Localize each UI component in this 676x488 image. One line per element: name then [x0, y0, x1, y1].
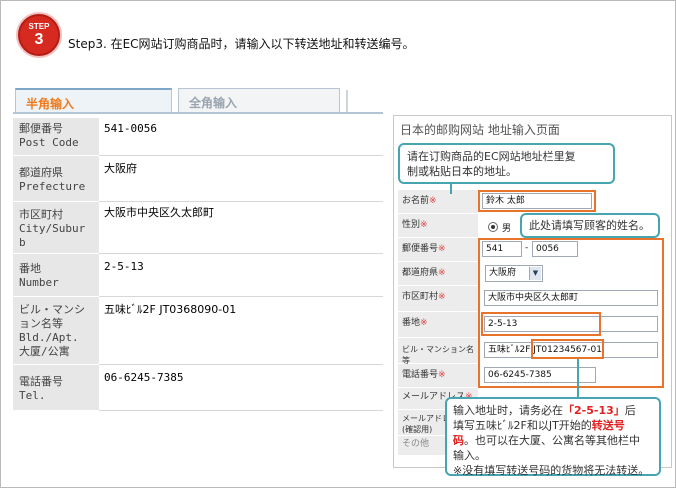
- step-badge-icon: STEP 3: [18, 14, 60, 56]
- tel-value[interactable]: 06-6245-7385: [99, 365, 383, 411]
- table-row-prefecture: 都道府県 Prefecture 大阪府: [13, 156, 383, 202]
- gender-value: 男: [502, 224, 512, 234]
- gender-label: 性別※: [398, 214, 478, 237]
- name-label: お名前※: [398, 190, 478, 213]
- table-row-postcode: 郵便番号 Post Code 541-0056: [13, 118, 383, 156]
- table-row-city: 市区町村 City/Subur b 大阪市中央区久太郎町: [13, 202, 383, 254]
- jp-form-title: 日本的邮购网站 地址输入页面: [400, 123, 560, 137]
- callout-connector: [577, 359, 579, 399]
- step-badge-label: STEP: [28, 22, 50, 31]
- postcode-value[interactable]: 541-0056: [99, 118, 383, 156]
- tab-half-width[interactable]: 半角输入: [15, 88, 172, 113]
- table-row-number: 番地 Number 2-5-13: [13, 254, 383, 297]
- callout-copy-address: 请在订购商品的EC网站地址栏里复 制或粘贴日本的地址。: [398, 143, 615, 184]
- address-table: 郵便番号 Post Code 541-0056 都道府県 Prefecture 大阪…: [13, 112, 383, 412]
- number-label: 番地※: [398, 312, 478, 337]
- number-value[interactable]: 2-5-13: [99, 254, 383, 297]
- highlight-name: [478, 190, 596, 212]
- building-value[interactable]: 五味ﾋﾞﾙ2F JT0368090-01: [99, 297, 383, 365]
- pref-label: 都道府県※: [398, 262, 478, 285]
- row-label: 電話番号 Tel.: [13, 365, 99, 411]
- row-label: ビル・マンシ ョン名等 Bld./Apt. 大厦/公寓: [13, 297, 99, 365]
- highlight-number: [481, 312, 601, 336]
- highlight-transfer-code: [531, 339, 604, 359]
- tel-label: 電話番号※: [398, 364, 478, 387]
- city-label: 市区町村※: [398, 286, 478, 311]
- building-label: ビル・マンション名等: [398, 338, 478, 365]
- step-badge-number: 3: [34, 31, 44, 48]
- table-row-building: ビル・マンシ ョン名等 Bld./Apt. 大厦/公寓 五味ﾋﾞﾙ2F JT03680…: [13, 297, 383, 365]
- postcode-label: 郵便番号※: [398, 238, 478, 261]
- row-label: 都道府県 Prefecture: [13, 156, 99, 202]
- table-row-tel: 電話番号 Tel. 06-6245-7385: [13, 365, 383, 411]
- callout-transfer-instructions: 输入地址时，请务必在「2-5-13」后 填写五味ﾋﾞﾙ2F和以JT开始的转送号 …: [445, 397, 661, 477]
- row-label: 番地 Number: [13, 254, 99, 297]
- step-instruction: Step3. 在EC网站订购商品时，请输入以下转送地址和转送编号。: [68, 37, 415, 51]
- row-label: 市区町村 City/Subur b: [13, 202, 99, 254]
- tab-full-width[interactable]: 全角输入: [178, 88, 340, 113]
- tab-divider: [346, 90, 348, 113]
- callout-name: 此处请填写顾客的姓名。: [520, 213, 660, 238]
- gender-radio[interactable]: [488, 222, 498, 232]
- row-label: 郵便番号 Post Code: [13, 118, 99, 156]
- callout-connector: [450, 184, 452, 194]
- prefecture-value[interactable]: 大阪府: [99, 156, 383, 202]
- city-value[interactable]: 大阪市中央区久太郎町: [99, 202, 383, 254]
